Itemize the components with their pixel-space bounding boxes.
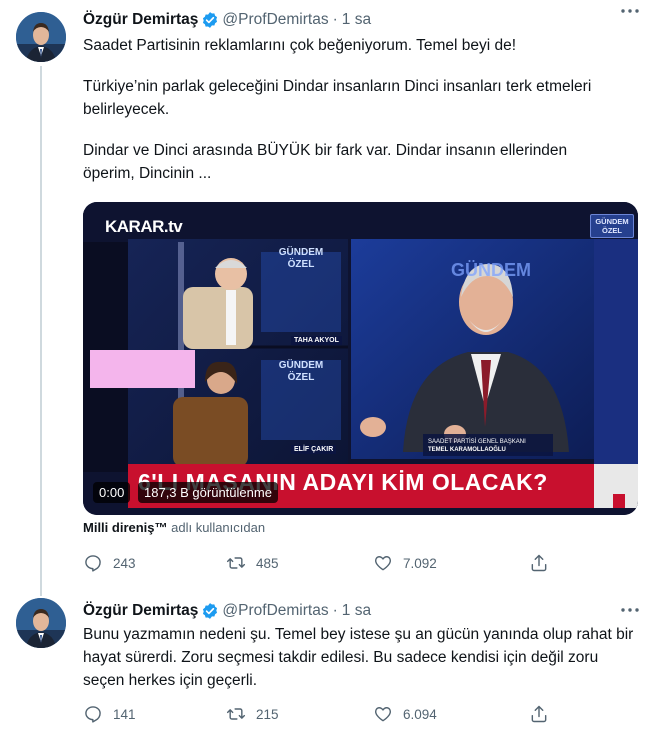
studio-label-line1: GÜNDEM: [278, 360, 324, 371]
share-icon: [531, 554, 547, 572]
separator-dot: ·: [332, 11, 338, 28]
avatar-photo: [16, 12, 66, 62]
tweet-text: Bunu yazmamın nedeni şu. Temel bey istes…: [83, 623, 643, 692]
more-options-icon[interactable]: [619, 602, 641, 618]
tweet-paragraph: Saadet Partisinin reklamlarını çok beğen…: [83, 37, 517, 54]
author-avatar[interactable]: [16, 598, 66, 648]
retweet-button[interactable]: 215: [226, 703, 279, 725]
guest-name-lower-third: TAHA AKYOL: [291, 336, 342, 345]
like-icon: [375, 556, 391, 571]
retweet-icon: [226, 708, 246, 720]
reply-icon: [85, 555, 101, 572]
tweet-actions: 141 215 6.094: [83, 703, 553, 725]
reply-button[interactable]: 141: [83, 703, 136, 725]
studio-label-bottom: GÜNDEM ÖZEL: [261, 360, 341, 384]
share-button[interactable]: [529, 703, 559, 725]
tweet-header: Özgür Demirtaş @ProfDemirtas · 1 sa: [83, 9, 371, 31]
verified-badge-icon: [201, 11, 219, 29]
reply-icon: [85, 706, 101, 723]
avatar-photo: [16, 598, 66, 648]
tweet-2[interactable]: Özgür Demirtaş @ProfDemirtas · 1 sa Bunu…: [0, 595, 650, 738]
corner-badge: GÜNDEM ÖZEL: [590, 214, 634, 238]
retweet-icon: [226, 557, 246, 569]
author-handle[interactable]: @ProfDemirtas: [222, 602, 328, 620]
tweet-paragraph: Dindar ve Dinci arasında BÜYÜK bir fark …: [83, 142, 568, 182]
retweet-count: 485: [256, 555, 279, 571]
attribution-user[interactable]: Milli direniş™: [83, 520, 168, 535]
like-button[interactable]: 7.092: [373, 552, 437, 574]
separator-dot: ·: [332, 602, 338, 619]
tweet-paragraph: Bunu yazmamın nedeni şu. Temel bey istes…: [83, 626, 634, 689]
guest-name-lower-third: ELİF ÇAKIR: [291, 445, 337, 454]
retweet-count: 215: [256, 706, 279, 722]
reply-count: 141: [113, 706, 136, 722]
video-view-count: 187,3 B görüntülenme: [138, 482, 278, 503]
like-button[interactable]: 6.094: [373, 703, 437, 725]
tweet-actions: 243 485 7.092: [83, 552, 553, 574]
share-icon: [531, 705, 547, 723]
author-name[interactable]: Özgür Demirtaş: [83, 11, 198, 29]
corner-badge-line2: ÖZEL: [602, 226, 622, 235]
studio-label-line2: ÖZEL: [287, 372, 315, 383]
attribution-suffix: adlı kullanıcıdan: [167, 520, 266, 535]
verified-badge-icon: [201, 602, 219, 620]
like-count: 7.092: [403, 555, 437, 571]
tweet-timestamp[interactable]: 1 sa: [342, 602, 371, 620]
author-handle[interactable]: @ProfDemirtas: [222, 11, 328, 29]
retweet-button[interactable]: 485: [226, 552, 279, 574]
video-elapsed-time: 0:00: [93, 482, 131, 503]
media-attribution: Milli direniş™ adlı kullanıcıdan: [83, 520, 265, 535]
reply-count: 243: [113, 555, 136, 571]
studio-label-line1: GÜNDEM: [278, 247, 324, 258]
thread-connector-line: [40, 66, 42, 596]
tweet-text: Saadet Partisinin reklamlarını çok beğen…: [83, 34, 643, 185]
reply-button[interactable]: 243: [83, 552, 136, 574]
channel-logo: KARAR.tv: [105, 217, 183, 236]
speaker-caption-title: SAADET PARTİSİ GENEL BAŞKANI: [428, 439, 526, 445]
tweet-header: Özgür Demirtaş @ProfDemirtas · 1 sa: [83, 600, 371, 622]
studio-label-line2: ÖZEL: [287, 259, 315, 270]
tweet-1[interactable]: Özgür Demirtaş @ProfDemirtas · 1 sa Saad…: [0, 0, 650, 596]
like-icon: [375, 707, 391, 722]
tweet-timestamp[interactable]: 1 sa: [342, 11, 371, 29]
corner-badge-line1: GÜNDEM: [595, 217, 629, 226]
share-button[interactable]: [529, 552, 559, 574]
studio-label-right: GÜNDEM: [451, 260, 531, 280]
author-name[interactable]: Özgür Demirtaş: [83, 602, 198, 620]
studio-label-top: GÜNDEM ÖZEL: [261, 247, 341, 271]
author-avatar[interactable]: [16, 12, 66, 62]
speaker-caption-name: TEMEL KARAMOLLAOĞLU: [428, 447, 506, 453]
video-player[interactable]: KARAR.tv GÜNDEM ÖZEL GÜNDEM ÖZEL GÜNDEM …: [83, 202, 638, 515]
more-options-icon[interactable]: [619, 3, 641, 19]
like-count: 6.094: [403, 706, 437, 722]
speaker-caption: SAADET PARTİSİ GENEL BAŞKANI TEMEL KARAM…: [428, 438, 526, 454]
tweet-paragraph: Türkiye’nin parlak geleceğini Dindar ins…: [83, 78, 592, 118]
